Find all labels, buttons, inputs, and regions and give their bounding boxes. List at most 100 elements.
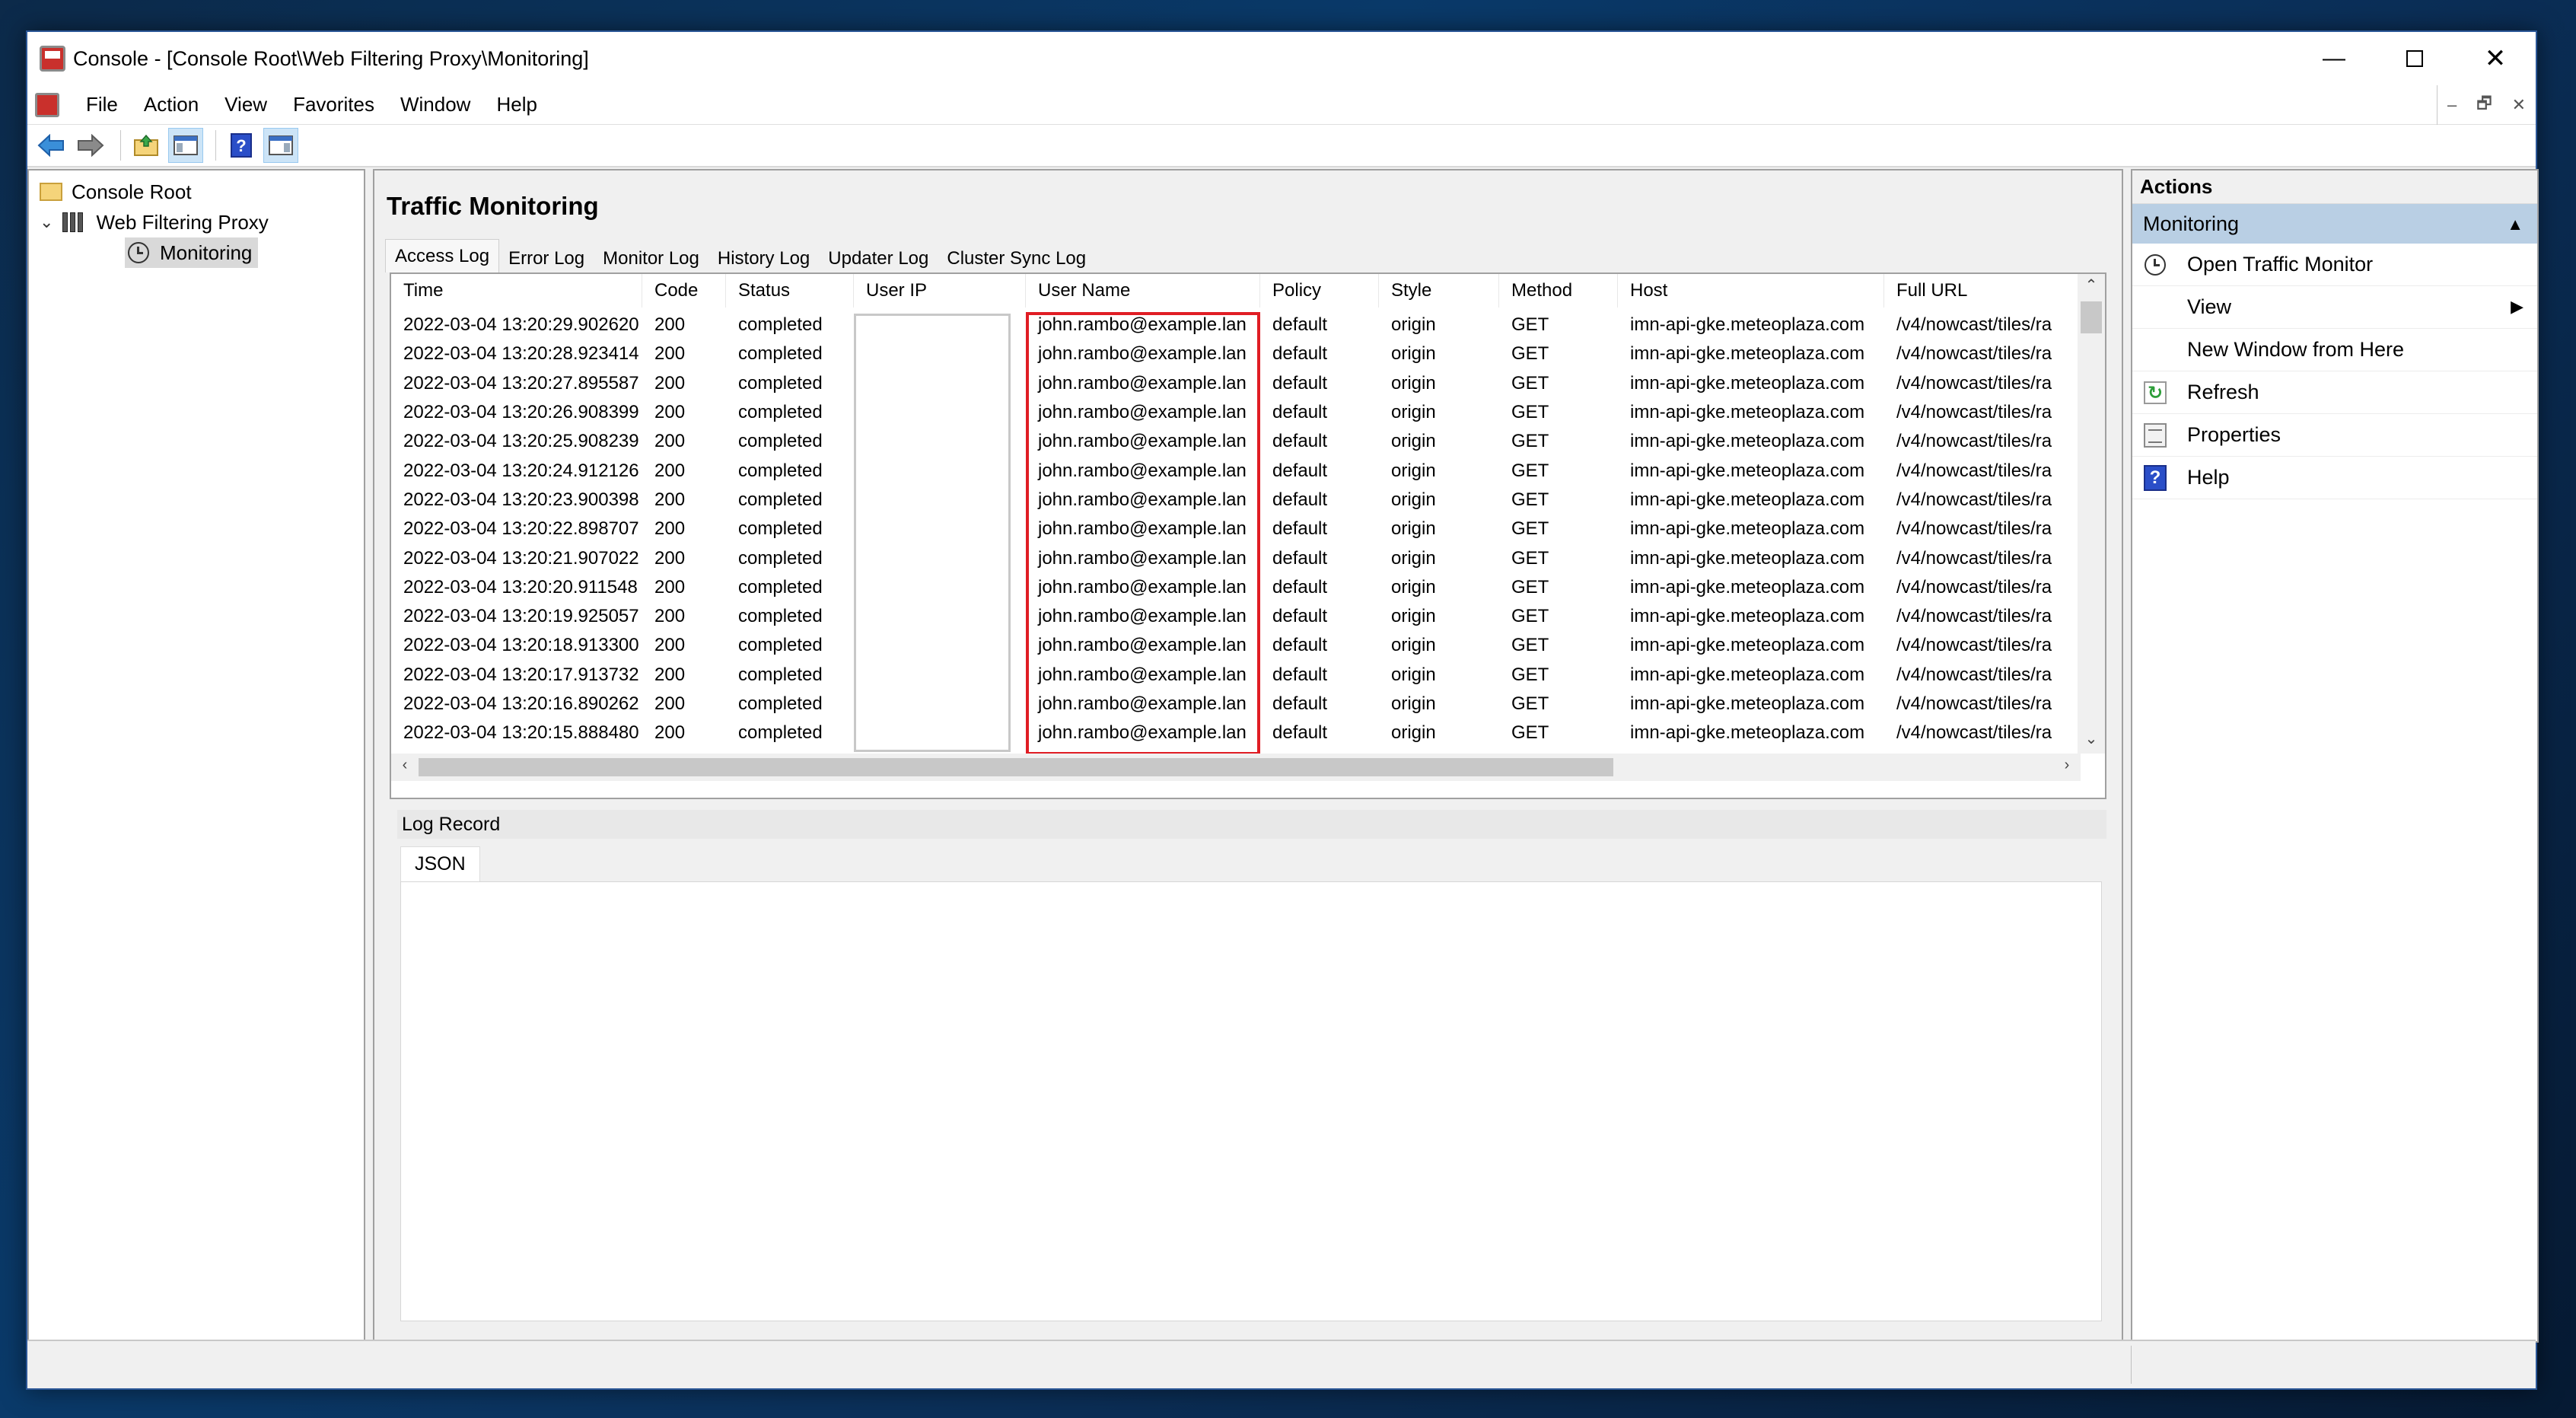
cell-full-url: /v4/nowcast/tiles/ra xyxy=(1896,489,2052,510)
cell-method: GET xyxy=(1511,664,1549,685)
scroll-left-icon[interactable]: ‹ xyxy=(391,757,419,774)
tab-monitor-log[interactable]: Monitor Log xyxy=(594,242,708,272)
action-view[interactable]: View ▶ xyxy=(2132,286,2537,329)
column-header-policy[interactable]: Policy xyxy=(1260,274,1379,307)
actions-section-monitoring[interactable]: Monitoring ▲ xyxy=(2132,204,2537,244)
help-toolbar-button[interactable]: ? xyxy=(224,128,259,163)
server-icon xyxy=(62,212,87,232)
cell-status: completed xyxy=(738,402,823,423)
tab-json[interactable]: JSON xyxy=(400,846,480,881)
chevron-down-icon[interactable]: ⌄ xyxy=(40,212,53,232)
svg-text:?: ? xyxy=(236,136,246,155)
column-header-code[interactable]: Code xyxy=(642,274,726,307)
cell-host: imn-api-gke.meteoplaza.com xyxy=(1630,576,1865,597)
column-header-host[interactable]: Host xyxy=(1618,274,1884,307)
action-new-window-from-here[interactable]: New Window from Here xyxy=(2132,329,2537,371)
column-header-user-ip[interactable]: User IP xyxy=(854,274,1026,307)
forward-button[interactable] xyxy=(73,128,108,163)
cell-method: GET xyxy=(1511,547,1549,569)
column-header-style[interactable]: Style xyxy=(1379,274,1499,307)
cell-policy: default xyxy=(1272,518,1328,540)
collapse-caret-icon[interactable]: ▲ xyxy=(2507,215,2523,234)
cell-host: imn-api-gke.meteoplaza.com xyxy=(1630,460,1865,481)
back-button[interactable] xyxy=(33,128,68,163)
cell-policy: default xyxy=(1272,343,1328,365)
cell-time: 2022-03-04 13:20:28.923414 xyxy=(403,343,639,365)
action-open-traffic-monitor[interactable]: Open Traffic Monitor xyxy=(2132,244,2537,286)
show-hide-action-pane-button[interactable] xyxy=(263,128,298,163)
column-header-status[interactable]: Status xyxy=(726,274,854,307)
cell-status: completed xyxy=(738,372,823,394)
mdi-restore-button[interactable]: 🗗 xyxy=(2476,91,2492,119)
cell-style: origin xyxy=(1391,372,1436,394)
tree-label: Monitoring xyxy=(160,241,253,264)
cell-status: completed xyxy=(738,576,823,597)
menu-file[interactable]: File xyxy=(73,93,131,116)
mdi-minimize-button[interactable]: ‒ xyxy=(2447,95,2457,115)
horizontal-scroll-thumb[interactable] xyxy=(419,758,1613,776)
cell-full-url: /v4/nowcast/tiles/ra xyxy=(1896,314,2052,336)
console-app-icon[interactable] xyxy=(40,46,65,72)
mdi-close-button[interactable]: ✕ xyxy=(2512,95,2526,115)
clock-icon xyxy=(2143,253,2167,277)
column-header-method[interactable]: Method xyxy=(1499,274,1618,307)
tree-item-web-filtering-proxy[interactable]: ⌄ Web Filtering Proxy xyxy=(40,207,269,237)
actions-header: Actions xyxy=(2132,170,2537,204)
column-header-user-name[interactable]: User Name xyxy=(1026,274,1260,307)
properties-icon xyxy=(2143,423,2167,448)
tree-label: Web Filtering Proxy xyxy=(96,210,269,234)
maximize-button[interactable] xyxy=(2374,32,2455,85)
vertical-scrollbar[interactable]: ⌃ ⌄ xyxy=(2078,274,2105,754)
menu-favorites[interactable]: Favorites xyxy=(280,93,387,116)
menu-window[interactable]: Window xyxy=(387,93,483,116)
actions-section-label: Monitoring xyxy=(2143,212,2240,235)
cell-full-url: /v4/nowcast/tiles/ra xyxy=(1896,372,2052,394)
json-viewer[interactable] xyxy=(400,881,2102,1321)
cell-policy: default xyxy=(1272,722,1328,744)
horizontal-scrollbar[interactable]: ‹ › xyxy=(391,754,2081,781)
action-refresh[interactable]: ↻ Refresh xyxy=(2132,371,2537,414)
cell-method: GET xyxy=(1511,693,1549,715)
toolbar-separator xyxy=(215,130,216,161)
menu-view[interactable]: View xyxy=(212,93,280,116)
cell-style: origin xyxy=(1391,576,1436,597)
tab-error-log[interactable]: Error Log xyxy=(499,242,594,272)
tree-item-monitoring[interactable]: Monitoring xyxy=(125,237,259,268)
back-arrow-icon xyxy=(37,134,64,157)
cell-host: imn-api-gke.meteoplaza.com xyxy=(1630,518,1865,540)
tab-access-log[interactable]: Access Log xyxy=(385,239,500,272)
close-button[interactable]: ✕ xyxy=(2455,32,2536,85)
scroll-down-icon[interactable]: ⌄ xyxy=(2078,729,2105,748)
cell-full-url: /v4/nowcast/tiles/ra xyxy=(1896,518,2052,540)
tree-item-console-root[interactable]: Console Root xyxy=(40,177,192,207)
show-hide-console-tree-icon xyxy=(174,135,198,155)
tab-cluster-sync-log[interactable]: Cluster Sync Log xyxy=(938,242,1095,272)
minimize-button[interactable]: — xyxy=(2294,32,2374,85)
menu-help[interactable]: Help xyxy=(483,93,549,116)
cell-time: 2022-03-04 13:20:24.912126 xyxy=(403,460,639,481)
action-help[interactable]: ? Help xyxy=(2132,457,2537,499)
show-hide-console-tree-button[interactable] xyxy=(168,128,203,163)
cell-policy: default xyxy=(1272,693,1328,715)
menu-action[interactable]: Action xyxy=(131,93,212,116)
cell-style: origin xyxy=(1391,518,1436,540)
scroll-right-icon[interactable]: › xyxy=(2053,757,2081,774)
up-one-level-button[interactable] xyxy=(129,128,164,163)
console-menu-icon[interactable] xyxy=(35,92,59,117)
tab-updater-log[interactable]: Updater Log xyxy=(819,242,938,272)
tab-history-log[interactable]: History Log xyxy=(708,242,819,272)
cell-method: GET xyxy=(1511,722,1549,744)
action-properties[interactable]: Properties xyxy=(2132,414,2537,457)
column-header-full-url[interactable]: Full URL xyxy=(1884,274,2082,307)
cell-style: origin xyxy=(1391,343,1436,365)
folder-icon xyxy=(40,183,62,201)
action-label: Open Traffic Monitor xyxy=(2187,253,2374,276)
cell-method: GET xyxy=(1511,402,1549,423)
column-header-time[interactable]: Time xyxy=(391,274,642,307)
cell-full-url: /v4/nowcast/tiles/ra xyxy=(1896,547,2052,569)
cell-policy: default xyxy=(1272,372,1328,394)
vertical-scroll-thumb[interactable] xyxy=(2081,301,2102,333)
results-pane: Traffic Monitoring Access Log Error Log … xyxy=(373,169,2123,1343)
cell-time: 2022-03-04 13:20:23.900398 xyxy=(403,489,639,510)
scroll-up-icon[interactable]: ⌃ xyxy=(2078,276,2105,295)
